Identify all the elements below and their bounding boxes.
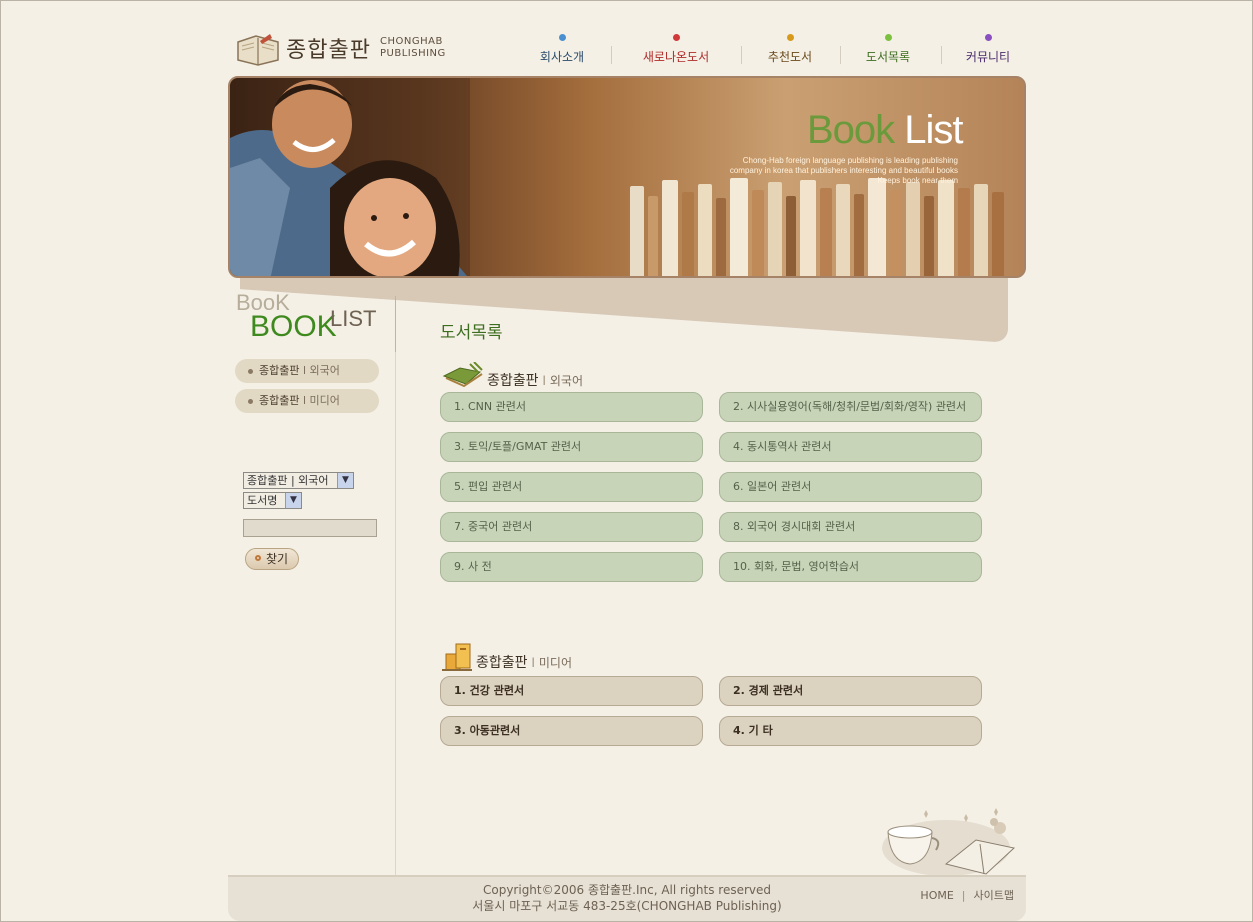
chevron-down-icon[interactable]: ▼ (285, 493, 301, 508)
sidebar-item-foreign-language[interactable]: 종합출판 l 외국어 (235, 359, 379, 383)
category-select-value: 종합출판 | 외국어 (247, 474, 329, 487)
nav-dot-icon (787, 34, 794, 41)
category-cnn[interactable]: 1. CNN 관련서 (440, 392, 703, 422)
sidebar-item-sub: 미디어 (309, 394, 340, 407)
footer-link-sep: | (961, 889, 966, 902)
category-contest[interactable]: 8. 외국어 경시대회 관련서 (719, 512, 982, 542)
nav-label: 추천도서 (767, 50, 813, 64)
nav-dot-icon (673, 34, 680, 41)
search-icon (255, 555, 261, 561)
nav-divider (741, 46, 742, 64)
footer-sitemap-link[interactable]: 사이트맵 (974, 889, 1014, 902)
category-current-english[interactable]: 2. 시사실용영어(독해/청취/문법/회화/영작) 관련서 (719, 392, 982, 422)
banner-desc-line: company in korea that publishers interes… (729, 166, 958, 175)
category-chinese[interactable]: 7. 중국어 관련서 (440, 512, 703, 542)
search-input[interactable] (243, 519, 377, 537)
banner-description: Chong-Hab foreign language publishing is… (658, 156, 958, 186)
banner-title-list: List (904, 108, 963, 152)
nav-recommended[interactable]: 추천도서 (754, 34, 826, 64)
nav-label: 새로나온도서 (642, 50, 710, 64)
copyright-text: Copyright©2006 종합출판.Inc, All rights rese… (482, 883, 771, 897)
nav-divider (941, 46, 942, 64)
category-toeic-toefl[interactable]: 3. 토익/토플/GMAT 관련서 (440, 432, 703, 462)
column-divider-accent (395, 296, 396, 352)
category-transfer[interactable]: 5. 편입 관련서 (440, 472, 703, 502)
sidebar-item-sep: l (302, 364, 307, 377)
category-conversation[interactable]: 10. 회화, 문법, 영어학습서 (719, 552, 982, 582)
brand-name-en-2: PUBLISHING (380, 48, 446, 59)
sidebar-logo-big: BOOK (250, 310, 337, 343)
category-interpreter[interactable]: 4. 동시통역사 관련서 (719, 432, 982, 462)
chevron-down-icon[interactable]: ▼ (337, 473, 353, 488)
section-title-main: 종합출판 (487, 373, 539, 389)
category-japanese[interactable]: 6. 일본어 관련서 (719, 472, 982, 502)
category-select[interactable]: 종합출판 | 외국어 ▼ (243, 472, 354, 489)
field-select-value: 도서명 (247, 494, 278, 507)
book-stack-icon (442, 643, 472, 671)
section-title-sub: 외국어 (549, 374, 583, 388)
sidebar-logo-list: LIST (330, 306, 377, 331)
nav-divider (840, 46, 841, 64)
section-title-sub: 미디어 (538, 656, 572, 670)
field-select[interactable]: 도서명 ▼ (243, 492, 302, 509)
nav-divider (611, 46, 612, 64)
nav-book-list[interactable]: 도서목록 (852, 34, 924, 64)
father-daughter-photo (230, 78, 470, 276)
nav-dot-icon (985, 34, 992, 41)
brand-name-en-1: CHONGHAB (380, 36, 443, 47)
nav-new-books[interactable]: 새로나온도서 (628, 34, 724, 64)
sidebar-item-sep: l (302, 394, 307, 407)
sidebar-item-sub: 외국어 (309, 364, 340, 377)
nav-community[interactable]: 커뮤니티 (952, 34, 1024, 64)
footer-links: HOME | 사이트맵 (920, 887, 1014, 903)
category-etc[interactable]: 4. 기 타 (719, 716, 982, 746)
section-title-sep: l (542, 374, 546, 388)
footer-home-link[interactable]: HOME (920, 889, 953, 902)
site-logo[interactable]: 종합출판 CHONGHAB PUBLISHING (236, 30, 446, 70)
search-button[interactable]: 찾기 (245, 548, 299, 570)
address-text: 서울시 마포구 서교동 483-25호(CHONGHAB Publishing) (472, 899, 782, 913)
nav-dot-icon (559, 34, 566, 41)
banner-title-book: Book (807, 108, 895, 152)
category-children[interactable]: 3. 아동관련서 (440, 716, 703, 746)
section-title-foreign: 종합출판 l 외국어 (487, 370, 583, 390)
category-economy[interactable]: 2. 경제 관련서 (719, 676, 982, 706)
section-title-main: 종합출판 (476, 655, 528, 671)
sidebar-item-main: 종합출판 (259, 394, 300, 407)
page-title: 도서목록 (440, 323, 503, 343)
category-dictionary[interactable]: 9. 사 전 (440, 552, 703, 582)
nav-label: 커뮤니티 (965, 50, 1011, 64)
nav-label: 도서목록 (865, 50, 911, 64)
section-title-media: 종합출판 l 미디어 (476, 652, 572, 672)
sidebar-item-main: 종합출판 (259, 364, 300, 377)
category-health[interactable]: 1. 건강 관련서 (440, 676, 703, 706)
bookshelf-image (610, 178, 1024, 276)
footer: Copyright©2006 종합출판.Inc, All rights rese… (228, 877, 1026, 921)
brand-name-ko: 종합출판 (286, 38, 371, 63)
hero-banner: Book List Chong-Hab foreign language pub… (228, 76, 1026, 278)
nav-dot-icon (885, 34, 892, 41)
column-divider (395, 296, 396, 876)
teacup-book-illustration (882, 808, 1016, 876)
open-book-icon (442, 362, 483, 388)
banner-desc-line: Keeps book near them (877, 176, 959, 185)
nav-company[interactable]: 회사소개 (526, 34, 598, 64)
banner-title: Book List (807, 108, 964, 153)
nav-label: 회사소개 (539, 50, 585, 64)
sidebar-item-media[interactable]: 종합출판 l 미디어 (235, 389, 379, 413)
banner-desc-line: Chong-Hab foreign language publishing is… (742, 156, 958, 165)
search-button-label: 찾기 (266, 552, 289, 566)
book-logo-icon (237, 34, 279, 66)
section-title-sep: l (531, 656, 535, 670)
